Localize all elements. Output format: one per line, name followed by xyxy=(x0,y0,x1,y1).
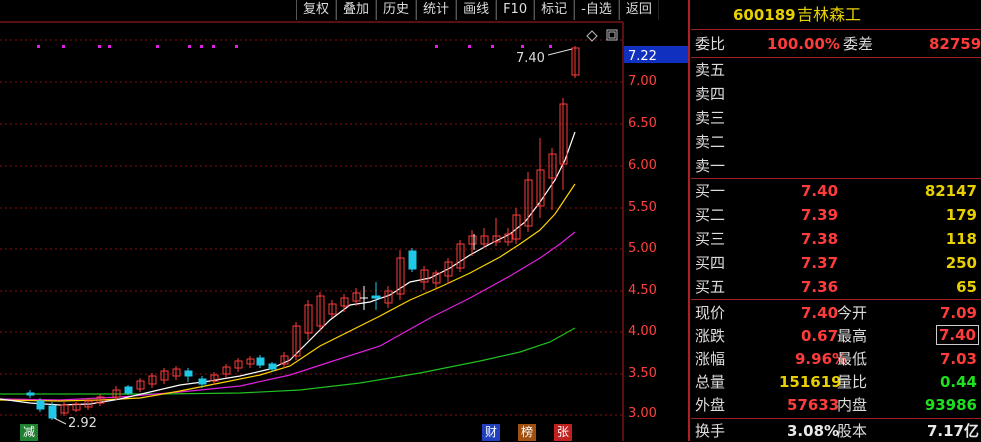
weibi-value: 100.00% xyxy=(767,35,840,53)
turnover-value: 3.08% xyxy=(787,422,840,440)
sell1-label: 卖一 xyxy=(695,157,726,175)
stock-code: 600189 xyxy=(733,6,796,24)
y-tick: 6.00 xyxy=(628,158,657,173)
price-max-arrow xyxy=(547,48,573,56)
weicha-label: 委差 xyxy=(843,35,874,53)
buy4-label: 买四 xyxy=(695,254,726,272)
stock-header: 600189 吉林森工 xyxy=(691,4,981,26)
price-max-label: 7.40 xyxy=(516,51,545,66)
buy1-price: 7.40 xyxy=(801,182,839,200)
y-tick: 5.00 xyxy=(628,241,657,256)
y-tick: 5.50 xyxy=(628,200,657,215)
buy5-row: 买五 7.36 65 xyxy=(691,276,981,298)
volume-value: 151619 xyxy=(779,373,842,391)
badge-limit-up[interactable]: 张 xyxy=(554,424,573,441)
current-price-tag: 7.22 xyxy=(628,49,657,64)
high-value: 7.40 xyxy=(935,325,979,345)
ma10-line xyxy=(0,183,576,402)
signal-dots xyxy=(37,45,552,48)
share-capital-value: 7.17亿 xyxy=(926,422,979,440)
stat-row-outer: 外盘 57633 内盘 93986 xyxy=(691,394,981,416)
inner-disc-label: 内盘 xyxy=(837,396,868,414)
buy3-label: 买三 xyxy=(695,230,726,248)
stock-name: 吉林森工 xyxy=(797,5,862,24)
turnover-label: 换手 xyxy=(695,422,726,440)
low-label: 最低 xyxy=(837,350,868,368)
change-value: 0.67 xyxy=(801,327,839,345)
high-label: 最高 xyxy=(837,327,868,345)
y-tick: 3.00 xyxy=(628,406,657,421)
y-tick: 4.00 xyxy=(628,324,657,339)
price-min-arrow xyxy=(53,417,67,425)
buy2-label: 买二 xyxy=(695,206,726,224)
buy3-price: 7.38 xyxy=(801,230,839,248)
quote-panel: 600189 吉林森工 委比 100.00% 委差 82759 卖五 卖四 卖三… xyxy=(691,0,981,441)
buy5-volume: 65 xyxy=(956,278,977,296)
sell3-row: 卖三 xyxy=(691,107,981,129)
kline-chart[interactable]: 7.40 2.92 7.22 xyxy=(0,0,690,441)
sell5-row: 卖五 xyxy=(691,59,981,81)
low-value: 7.03 xyxy=(939,350,977,368)
outer-disc-value: 57633 xyxy=(787,396,840,414)
sell2-row: 卖二 xyxy=(691,131,981,153)
y-tick: 7.00 xyxy=(628,74,657,89)
sell4-label: 卖四 xyxy=(695,85,726,103)
weibi-row: 委比 100.00% 委差 82759 xyxy=(691,33,981,55)
buy5-label: 买五 xyxy=(695,278,726,296)
buy2-volume: 179 xyxy=(945,206,977,224)
buy5-price: 7.36 xyxy=(801,278,839,296)
volume-ratio-label: 量比 xyxy=(837,373,868,391)
buy3-row: 买三 7.38 118 xyxy=(691,228,981,250)
sell4-row: 卖四 xyxy=(691,83,981,105)
panel-divider xyxy=(688,0,690,441)
buy4-price: 7.37 xyxy=(801,254,839,272)
buy3-volume: 118 xyxy=(945,230,977,248)
badge-reduce[interactable]: 减 xyxy=(20,424,39,441)
open-label: 今开 xyxy=(837,304,868,322)
stat-row-price: 现价 7.40 今开 7.09 xyxy=(691,302,981,324)
sell1-row: 卖一 xyxy=(691,155,981,177)
buy2-row: 买二 7.39 179 xyxy=(691,204,981,226)
badge-finance[interactable]: 财 xyxy=(482,424,501,441)
stat-row-change: 涨跌 0.67 最高 7.40 xyxy=(691,325,981,347)
change-label: 涨跌 xyxy=(695,327,726,345)
y-tick: 3.50 xyxy=(628,366,657,381)
grid-lines xyxy=(0,39,622,416)
current-price-label: 现价 xyxy=(695,304,726,322)
stat-row-volume: 总量 151619 量比 0.44 xyxy=(691,371,981,393)
square-icon xyxy=(606,29,618,41)
volume-ratio-value: 0.44 xyxy=(939,373,977,391)
buy2-price: 7.39 xyxy=(801,206,839,224)
badge-rank[interactable]: 榜 xyxy=(518,424,537,441)
weibi-label: 委比 xyxy=(695,35,726,53)
share-capital-label: 股本 xyxy=(837,422,868,440)
current-price-value: 7.40 xyxy=(801,304,839,322)
sell5-label: 卖五 xyxy=(695,61,726,79)
outer-disc-label: 外盘 xyxy=(695,396,726,414)
y-tick: 6.50 xyxy=(628,116,657,131)
inner-disc-value: 93986 xyxy=(924,396,977,414)
stat-row-turnover: 换手 3.08% 股本 7.17亿 xyxy=(691,420,981,442)
buy1-label: 买一 xyxy=(695,182,726,200)
buy1-row: 买一 7.40 82147 xyxy=(691,180,981,202)
y-tick: 4.50 xyxy=(628,283,657,298)
sell2-label: 卖二 xyxy=(695,133,726,151)
buy1-volume: 82147 xyxy=(924,182,977,200)
weicha-value: 82759 xyxy=(929,35,981,53)
candles xyxy=(26,46,580,420)
stat-row-pct: 涨幅 9.96% 最低 7.03 xyxy=(691,348,981,370)
pct-change-label: 涨幅 xyxy=(695,350,726,368)
ma20-line xyxy=(0,231,576,401)
price-min-label: 2.92 xyxy=(68,416,97,431)
buy4-volume: 250 xyxy=(945,254,977,272)
volume-label: 总量 xyxy=(695,373,726,391)
buy4-row: 买四 7.37 250 xyxy=(691,252,981,274)
sell3-label: 卖三 xyxy=(695,109,726,127)
open-value: 7.09 xyxy=(939,304,977,322)
